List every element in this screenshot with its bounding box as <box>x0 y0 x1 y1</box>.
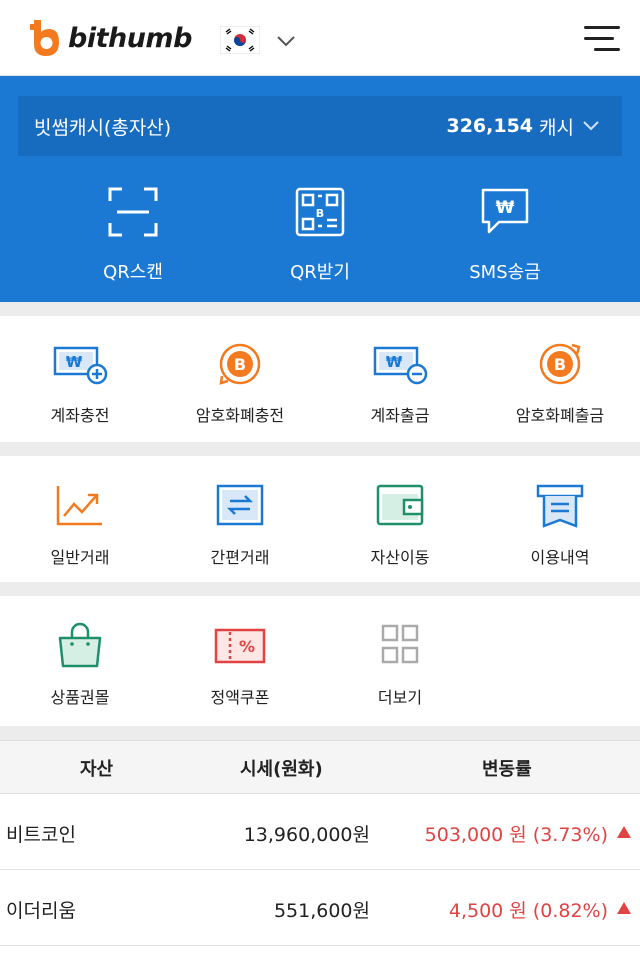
asset-transfer-label: 자산이동 <box>370 548 430 567</box>
triangle-up-icon <box>617 826 631 838</box>
bithumb-logo-icon <box>30 20 59 56</box>
more-button[interactable]: 더보기 <box>320 622 480 708</box>
easy-trade-label: 간편거래 <box>210 548 270 567</box>
chevron-down-icon[interactable] <box>276 34 296 48</box>
account-deposit-label: 계좌충전 <box>50 406 110 425</box>
sms-send-button[interactable]: ₩ SMS송금 <box>420 186 590 284</box>
fixed-coupon-button[interactable]: % 정액쿠폰 <box>160 622 320 708</box>
general-trade-label: 일반거래 <box>50 548 110 567</box>
chevron-down-icon <box>583 121 599 131</box>
sms-send-label: SMS송금 <box>469 262 541 283</box>
qr-scan-button[interactable]: QR스캔 <box>48 186 218 284</box>
crypto-deposit-button[interactable]: B 암호화폐충전 <box>160 340 320 426</box>
qr-receive-label: QR받기 <box>290 262 350 283</box>
asset-name: 비트코인 <box>6 824 76 846</box>
crypto-deposit-icon: B <box>219 343 261 385</box>
qr-receive-button[interactable]: B QR받기 <box>235 186 405 284</box>
receipt-icon <box>536 484 584 528</box>
more-label: 더보기 <box>377 688 423 707</box>
deposit-withdraw-menu: ₩ 계좌충전 B 암호화폐충전 ₩ 계좌출금 B 암호화폐출금 <box>0 316 640 442</box>
gift-card-mall-label: 상품권몰 <box>50 688 110 707</box>
asset-change: 4,500 원 (0.82%) <box>448 900 608 922</box>
hamburger-menu-button[interactable] <box>584 26 620 54</box>
crypto-withdraw-button[interactable]: B 암호화폐출금 <box>480 340 640 426</box>
cash-label: 빗썸캐시(총자산) <box>34 116 172 139</box>
chart-trend-icon <box>56 486 102 526</box>
sms-won-icon: ₩ <box>481 188 529 234</box>
easy-trade-button[interactable]: 간편거래 <box>160 482 320 568</box>
logo-text: bithumb <box>68 22 192 54</box>
wallet-icon <box>376 484 424 526</box>
cash-unit: 캐시 <box>539 116 574 139</box>
extra-menu: 상품권몰 % 정액쿠폰 더보기 <box>0 596 640 726</box>
usage-history-label: 이용내역 <box>530 548 590 567</box>
usage-history-button[interactable]: 이용내역 <box>480 482 640 568</box>
shopping-bag-icon <box>58 622 102 668</box>
account-withdraw-button[interactable]: ₩ 계좌출금 <box>320 340 480 426</box>
coupon-icon: % <box>214 628 266 664</box>
more-grid-icon <box>381 624 419 664</box>
crypto-withdraw-icon: B <box>539 343 581 385</box>
account-deposit-icon: ₩ <box>53 346 108 385</box>
gift-card-mall-button[interactable]: 상품권몰 <box>0 622 160 708</box>
table-row[interactable]: 비트코인 13,960,000원 503,000 원 (3.73%) <box>0 794 640 870</box>
menu-line-icon <box>584 26 620 29</box>
fixed-coupon-label: 정액쿠폰 <box>210 688 270 707</box>
header-change: 변동률 <box>482 759 532 780</box>
table-row[interactable]: 이더리움 551,600원 4,500 원 (0.82%) <box>0 870 640 946</box>
korea-flag-icon[interactable] <box>220 26 260 54</box>
crypto-withdraw-label: 암호화폐출금 <box>515 406 605 425</box>
svg-text:B: B <box>234 355 246 374</box>
cash-amount: 326,154 <box>446 115 534 137</box>
svg-text:₩: ₩ <box>66 353 83 371</box>
svg-text:₩: ₩ <box>386 353 403 371</box>
asset-price: 13,960,000원 <box>243 824 370 846</box>
crypto-deposit-label: 암호화폐충전 <box>195 406 285 425</box>
qr-scan-icon <box>108 187 158 237</box>
asset-name: 이더리움 <box>6 900 76 922</box>
app-header: bithumb <box>0 0 640 76</box>
asset-transfer-button[interactable]: 자산이동 <box>320 482 480 568</box>
asset-change: 503,000 원 (3.73%) <box>424 824 608 846</box>
header-price: 시세(원화) <box>240 759 323 780</box>
account-withdraw-icon: ₩ <box>373 346 428 385</box>
asset-price: 551,600원 <box>273 900 370 922</box>
header-asset: 자산 <box>80 759 114 780</box>
general-trade-button[interactable]: 일반거래 <box>0 482 160 568</box>
qr-scan-label: QR스캔 <box>103 262 163 283</box>
bithumb-logo[interactable]: bithumb <box>28 18 192 58</box>
menu-line-icon <box>584 37 614 40</box>
trade-menu: 일반거래 간편거래 자산이동 이용내역 <box>0 456 640 582</box>
svg-text:₩: ₩ <box>496 198 515 218</box>
total-cash-bar[interactable]: 빗썸캐시(총자산) 326,154 캐시 <box>18 96 622 156</box>
svg-text:B: B <box>554 355 566 374</box>
svg-text:B: B <box>316 207 324 220</box>
triangle-up-icon <box>617 902 631 914</box>
qr-code-icon: B <box>295 187 345 237</box>
account-deposit-button[interactable]: ₩ 계좌충전 <box>0 340 160 426</box>
svg-text:%: % <box>239 637 255 656</box>
cash-value: 326,154 캐시 <box>446 113 600 140</box>
account-withdraw-label: 계좌출금 <box>370 406 430 425</box>
price-table: 자산 시세(원화) 변동률 비트코인 13,960,000원 503,000 원… <box>0 740 640 953</box>
menu-line-icon <box>594 48 620 51</box>
cash-panel: 빗썸캐시(총자산) 326,154 캐시 QR스캔 B QR받기 ₩ SMS송금 <box>0 76 640 302</box>
exchange-arrows-icon <box>216 484 264 526</box>
table-header: 자산 시세(원화) 변동률 <box>0 740 640 794</box>
